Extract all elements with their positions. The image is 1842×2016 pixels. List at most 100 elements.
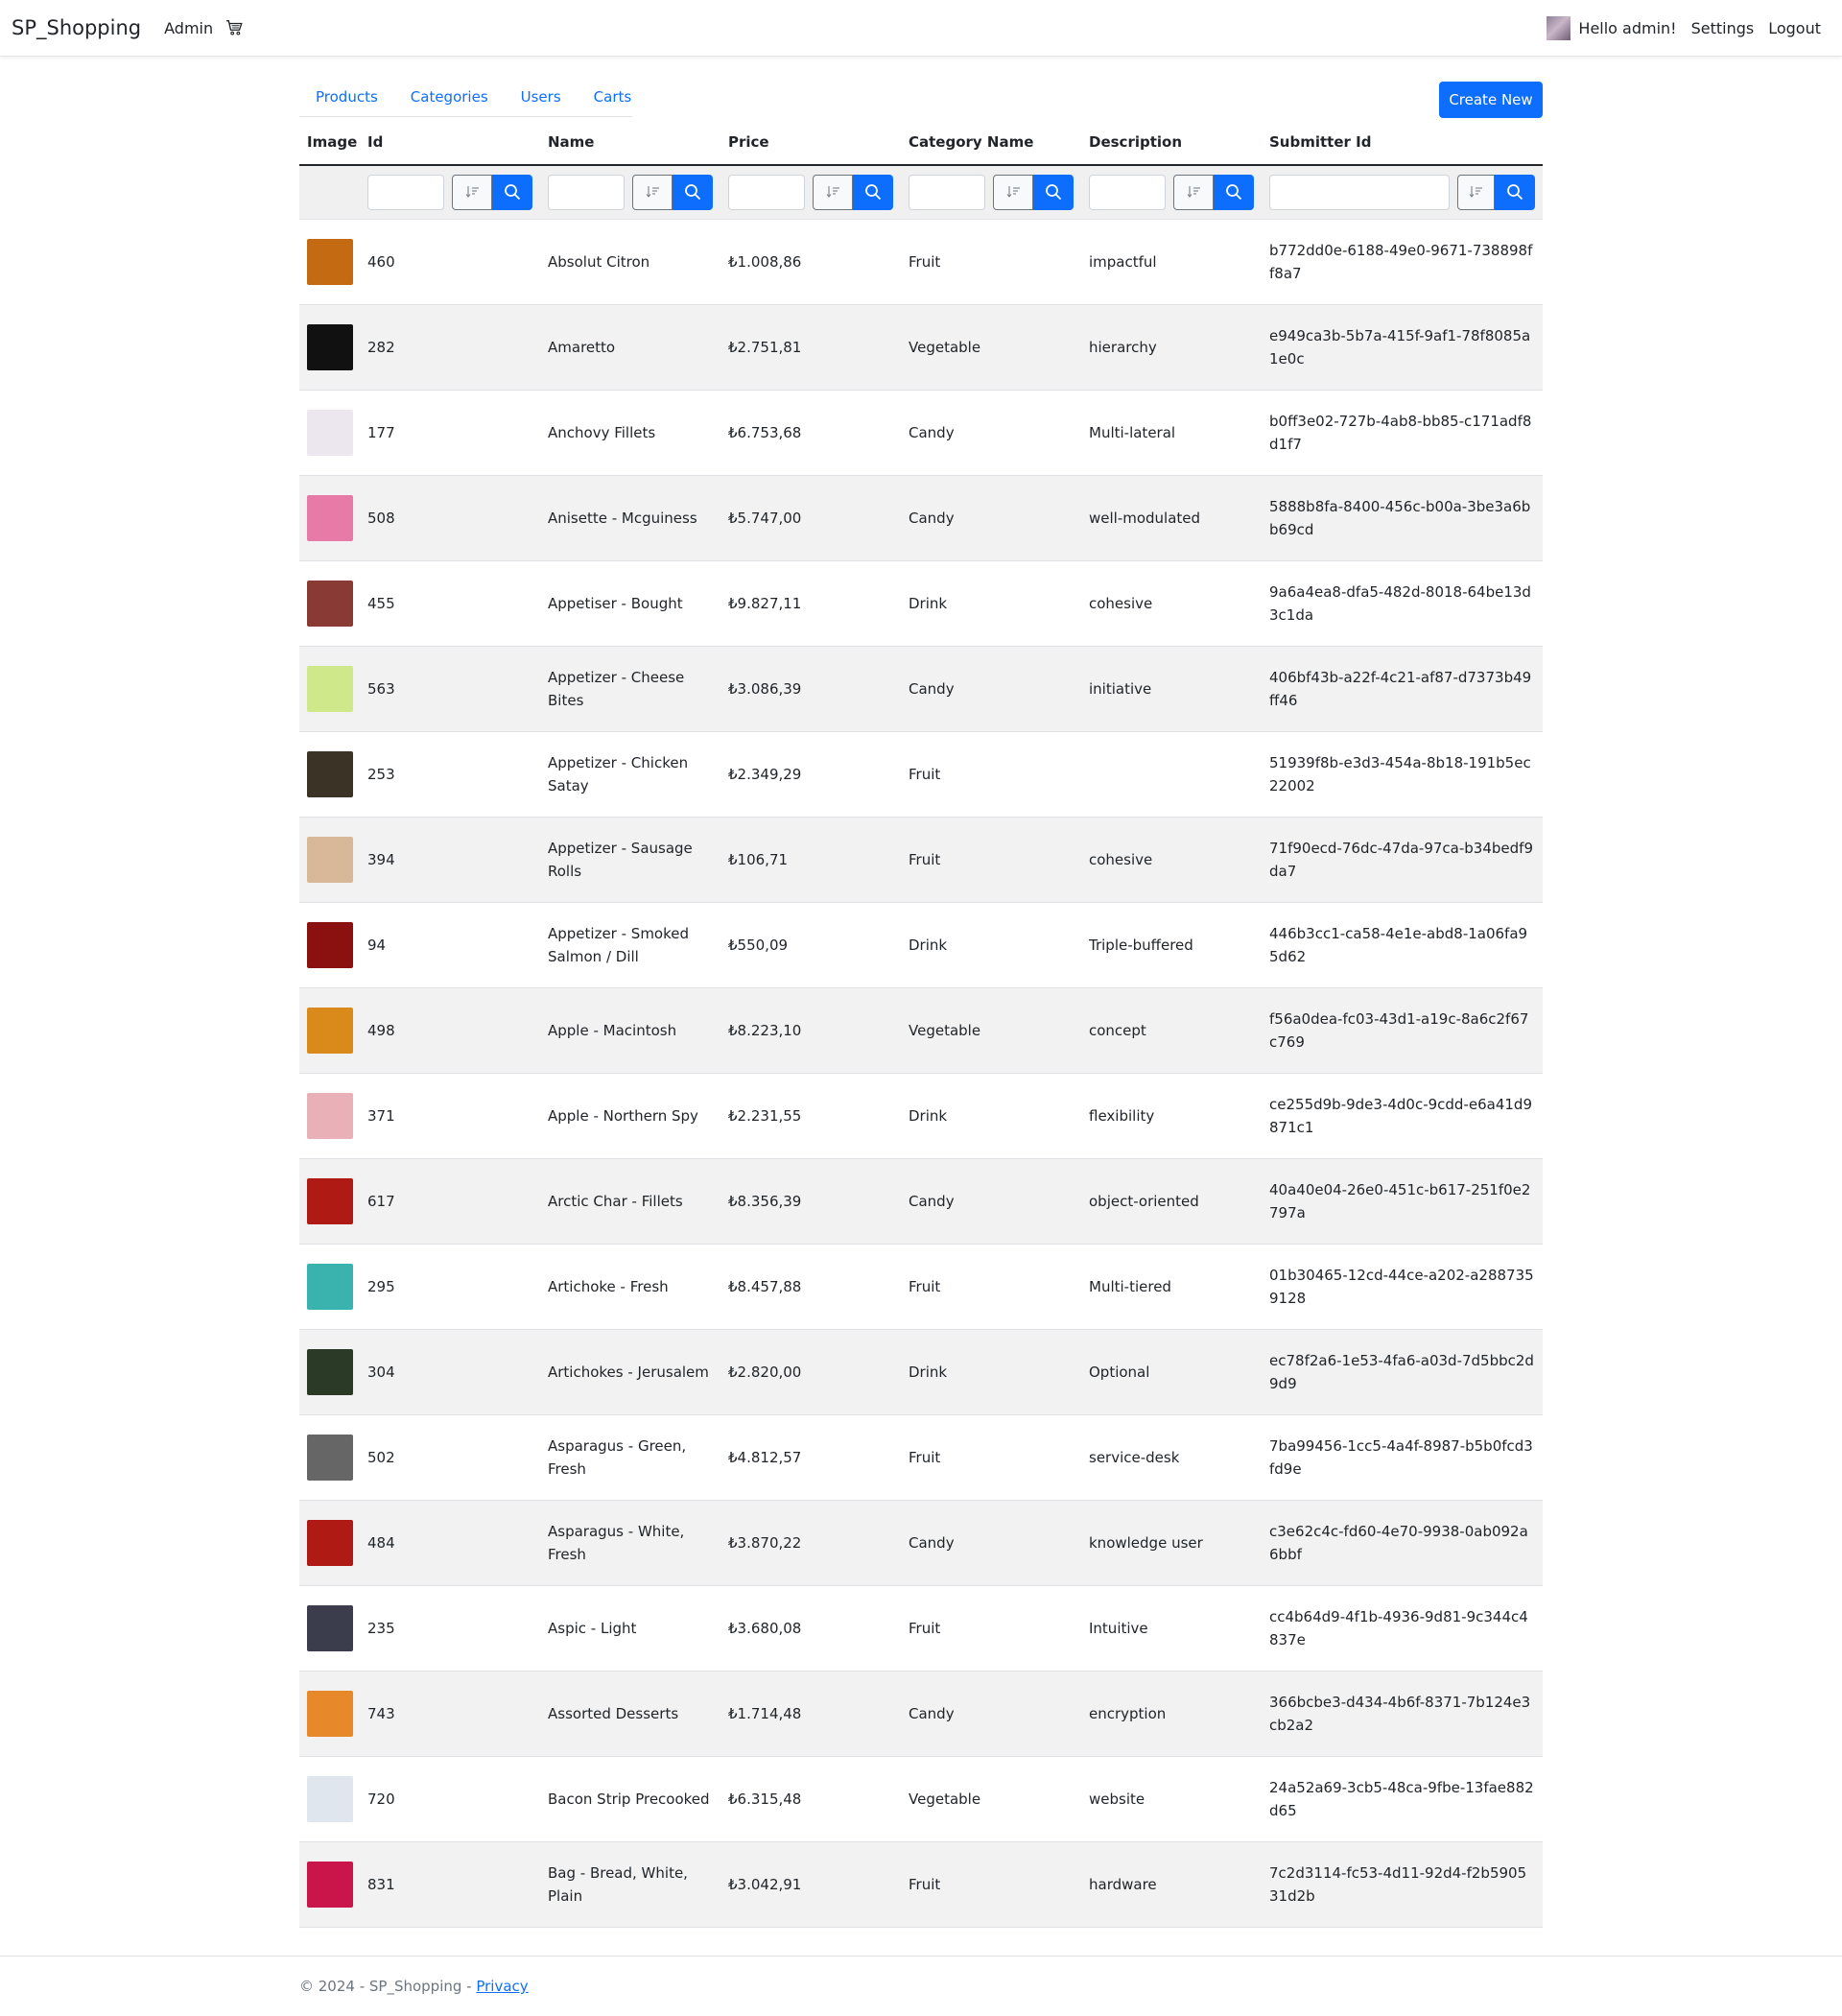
products-table-body: 460 Absolut Citron ₺1.008,86 Fruit impactful… [299, 219, 1543, 1928]
settings-link[interactable]: Settings [1691, 19, 1755, 37]
cart-icon[interactable] [226, 19, 244, 36]
cell-submitter-text: 40a40e04-26e0-451c-b617-251f0e2797a [1269, 1180, 1531, 1221]
sort-icon [1006, 186, 1020, 199]
id-sort-button[interactable] [452, 174, 492, 210]
table-row[interactable]: 394 Appetizer - Sausage Rolls ₺106,71 Fruit… [299, 817, 1543, 903]
cell-submitter: ec78f2a6-1e53-4fa6-a03d-7d5bbc2d9d9 [1262, 1329, 1543, 1415]
cell-name-text: Amaretto [548, 338, 616, 356]
name-sort-button[interactable] [632, 174, 673, 210]
tab-carts[interactable]: Carts [578, 81, 649, 116]
cell-id-text: 235 [367, 1619, 395, 1637]
cell-price: ₺6.753,68 [720, 390, 901, 476]
create-new-button[interactable]: Create New [1439, 82, 1543, 118]
cell-description-text: concept [1089, 1021, 1146, 1039]
cell-category: Fruit [901, 731, 1081, 818]
table-row[interactable]: 295 Artichoke - Fresh ₺8.457,88 Fruit Multi-… [299, 1244, 1543, 1330]
price-sort-button[interactable] [813, 174, 853, 210]
table-header-row: Image Id Name Price Category Name Descri… [299, 119, 1543, 166]
table-row[interactable]: 617 Arctic Char - Fillets ₺8.356,39 Candy ob… [299, 1158, 1543, 1245]
table-row[interactable]: 563 Appetizer - Cheese Bites ₺3.086,39 Cand… [299, 646, 1543, 732]
tab-categories[interactable]: Categories [394, 81, 505, 116]
cell-id-text: 743 [367, 1704, 395, 1722]
category-filter-input[interactable] [909, 174, 985, 210]
avatar[interactable] [1547, 15, 1571, 40]
table-row[interactable]: 282 Amaretto ₺2.751,81 Vegetable hierarchy e9… [299, 304, 1543, 391]
table-row[interactable]: 177 Anchovy Fillets ₺6.753,68 Candy Multi-la… [299, 390, 1543, 476]
product-thumbnail [307, 1007, 353, 1054]
search-icon [505, 184, 521, 201]
cell-submitter-text: 51939f8b-e3d3-454a-8b18-191b5ec22002 [1269, 753, 1531, 795]
cell-image [299, 731, 360, 818]
description-search-button[interactable] [1214, 174, 1254, 210]
cell-description: cohesive [1081, 817, 1262, 903]
cell-id: 720 [360, 1756, 540, 1842]
submitter-sort-button[interactable] [1456, 174, 1495, 210]
logout-link[interactable]: Logout [1768, 19, 1821, 37]
cell-id-text: 304 [367, 1363, 395, 1381]
description-sort-button[interactable] [1173, 174, 1214, 210]
cell-name-text: Appetizer - Chicken Satay [548, 753, 689, 795]
table-row[interactable]: 460 Absolut Citron ₺1.008,86 Fruit impactful… [299, 219, 1543, 305]
privacy-link[interactable]: Privacy [476, 1978, 528, 1995]
cell-price: ₺2.231,55 [720, 1073, 901, 1159]
admin-link[interactable]: Admin [164, 19, 213, 37]
cell-id-text: 460 [367, 252, 395, 271]
greeting-link[interactable]: Hello admin! [1578, 19, 1676, 37]
name-filter-input[interactable] [548, 174, 625, 210]
cell-description-text: cohesive [1089, 850, 1153, 868]
cell-category-text: Vegetable [909, 1790, 981, 1808]
cell-description: initiative [1081, 646, 1262, 732]
table-row[interactable]: 253 Appetizer - Chicken Satay ₺2.349,29 Fru… [299, 731, 1543, 818]
header-submitter-id: Submitter Id [1262, 119, 1543, 166]
id-filter-input[interactable] [367, 174, 444, 210]
cell-name: Aspic - Light [540, 1585, 720, 1672]
cell-id: 94 [360, 902, 540, 988]
table-row[interactable]: 508 Anisette - Mcguiness ₺5.747,00 Candy wel… [299, 475, 1543, 561]
cell-submitter: 366bcbe3-d434-4b6f-8371-7b124e3cb2a2 [1262, 1671, 1543, 1757]
cell-price-text: ₺106,71 [728, 850, 789, 868]
cell-category-text: Candy [909, 423, 955, 441]
cell-id-text: 282 [367, 338, 395, 356]
product-thumbnail [307, 494, 353, 541]
tab-products[interactable]: Products [299, 81, 394, 116]
table-row[interactable]: 235 Aspic - Light ₺3.680,08 Fruit Intuitive c… [299, 1585, 1543, 1672]
cell-submitter-text: 7ba99456-1cc5-4a4f-8987-b5b0fcd3fd9e [1269, 1436, 1533, 1478]
brand-link[interactable]: SP_Shopping [12, 16, 141, 39]
cell-name: Arctic Char - Fillets [540, 1158, 720, 1245]
cell-category: Candy [901, 646, 1081, 732]
product-thumbnail [307, 1348, 353, 1395]
cell-category-text: Fruit [909, 1619, 941, 1637]
category-sort-button[interactable] [993, 174, 1033, 210]
table-row[interactable]: 455 Appetiser - Bought ₺9.827,11 Drink cohes… [299, 560, 1543, 647]
tab-users[interactable]: Users [505, 81, 578, 116]
table-row[interactable]: 743 Assorted Desserts ₺1.714,48 Candy encryp… [299, 1671, 1543, 1757]
table-row[interactable]: 720 Bacon Strip Precooked ₺6.315,48 Vegetab… [299, 1756, 1543, 1842]
table-row[interactable]: 484 Asparagus - White, Fresh ₺3.870,22 Cand… [299, 1500, 1543, 1586]
category-search-button[interactable] [1033, 174, 1074, 210]
cell-description: cohesive [1081, 560, 1262, 647]
description-filter-input[interactable] [1089, 174, 1166, 210]
cell-name: Bag - Bread, White, Plain [540, 1841, 720, 1928]
cell-category-text: Drink [909, 1106, 948, 1125]
footer: © 2024 - SP_Shopping - Privacy [0, 1956, 1842, 2016]
price-search-button[interactable] [853, 174, 893, 210]
cell-image [299, 560, 360, 647]
cell-submitter-text: 446b3cc1-ca58-4e1e-abd8-1a06fa95d62 [1269, 924, 1528, 965]
table-row[interactable]: 304 Artichokes - Jerusalem ₺2.820,00 Drink O… [299, 1329, 1543, 1415]
cell-id: 498 [360, 987, 540, 1074]
name-search-button[interactable] [673, 174, 713, 210]
cell-description: impactful [1081, 219, 1262, 305]
table-row[interactable]: 94 Appetizer - Smoked Salmon / Dill ₺550,0… [299, 902, 1543, 988]
user-nav: Hello admin! Settings Logout [1547, 0, 1821, 56]
submitter-filter-input[interactable] [1269, 174, 1450, 210]
cell-name-text: Bag - Bread, White, Plain [548, 1863, 688, 1905]
table-row[interactable]: 371 Apple - Northern Spy ₺2.231,55 Drink fle… [299, 1073, 1543, 1159]
table-row[interactable]: 498 Apple - Macintosh ₺8.223,10 Vegetable co… [299, 987, 1543, 1074]
id-search-button[interactable] [492, 174, 532, 210]
submitter-search-button[interactable] [1495, 174, 1535, 210]
table-row[interactable]: 831 Bag - Bread, White, Plain ₺3.042,91 Fru… [299, 1841, 1543, 1928]
cell-price-text: ₺2.820,00 [728, 1363, 802, 1381]
table-row[interactable]: 502 Asparagus - Green, Fresh ₺4.812,57 Frui… [299, 1414, 1543, 1501]
price-filter-input[interactable] [728, 174, 805, 210]
product-thumbnail [307, 1092, 353, 1139]
